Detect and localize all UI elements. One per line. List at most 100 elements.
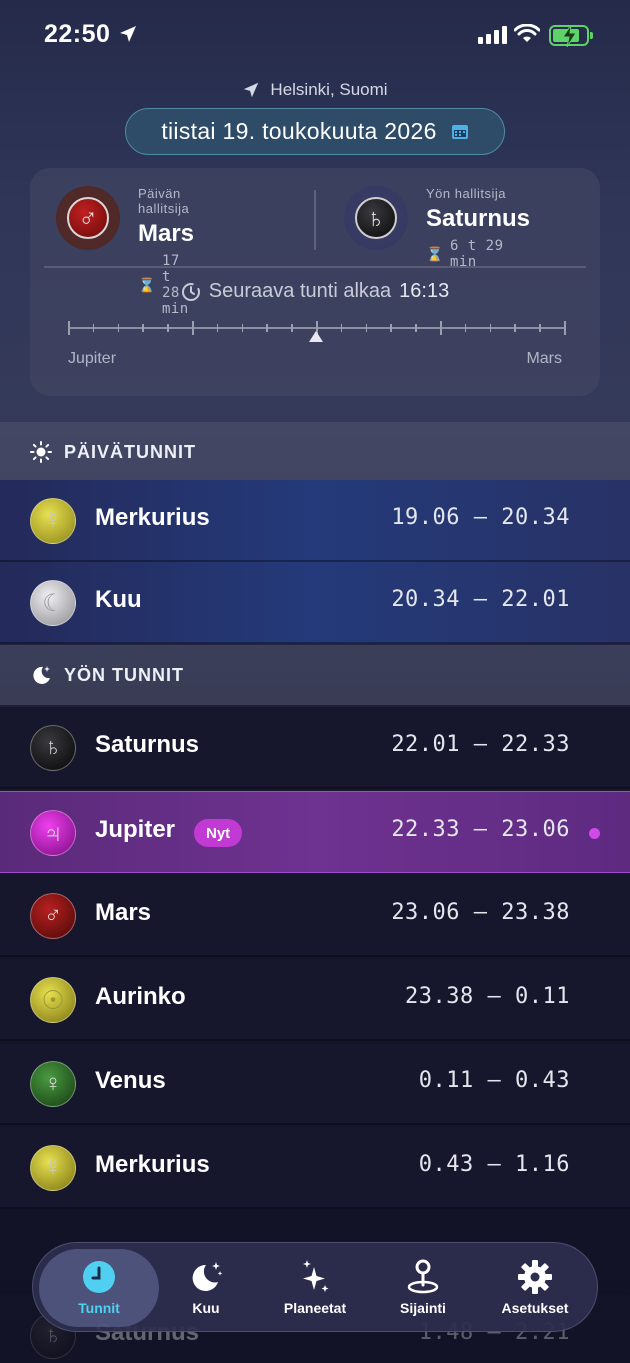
day-ruler-caption: Päivän hallitsija <box>138 186 190 216</box>
hour-time: 23.06 – 23.38 <box>391 900 570 925</box>
hour-planet: Merkurius <box>95 1151 210 1178</box>
status-time: 22:50 <box>44 20 111 48</box>
tab-sijainti[interactable]: Sijainti <box>373 1243 473 1333</box>
timer-icon <box>181 282 200 301</box>
moon-icon: ☾ <box>30 580 76 626</box>
date-label: tiistai 19. toukokuuta 2026 <box>161 118 437 144</box>
night-ruler-caption: Yön hallitsija <box>426 186 506 201</box>
mercury-icon: ☿ <box>30 1145 76 1191</box>
mars-icon: ♂ <box>30 893 76 939</box>
scale-tick <box>415 324 417 332</box>
location-arrow-icon <box>244 82 259 98</box>
scale-tick <box>440 321 442 335</box>
location-arrow-icon <box>120 26 136 42</box>
tab-planeetat[interactable]: Planeetat <box>265 1243 365 1333</box>
hourglass-icon: ⌛ <box>426 245 444 262</box>
hour-planet: Merkurius <box>95 504 210 531</box>
battery-icon <box>549 25 593 47</box>
hour-planet: Aurinko <box>95 983 186 1010</box>
scale-tick <box>167 324 169 332</box>
scale-tick <box>564 321 566 335</box>
wifi-icon <box>514 24 540 42</box>
location-pin-icon <box>407 1259 439 1294</box>
tab-bar: Tunnit Kuu Planeetat Sijainti Asetukset <box>32 1242 598 1332</box>
hour-row-current[interactable]: ♃ Jupiter Nyt 22.33 – 23.06 <box>0 791 630 873</box>
hour-row[interactable]: ♀ Venus 0.11 – 0.43 <box>0 1043 630 1125</box>
hour-planet: Jupiter <box>95 816 176 843</box>
saturn-icon: ♄ <box>30 725 76 771</box>
scale-tick <box>489 324 492 332</box>
hour-planet: Kuu <box>95 586 142 613</box>
hour-progress-scale <box>68 318 566 346</box>
tab-label: Asetukset <box>501 1300 569 1316</box>
scale-tick <box>464 324 467 332</box>
next-hour-label: Seuraava tunti alkaa <box>208 280 392 302</box>
hour-time: 20.34 – 22.01 <box>391 587 570 612</box>
divider <box>44 266 586 268</box>
hour-time: 0.43 – 1.16 <box>418 1152 570 1177</box>
hour-row[interactable]: ☿ Merkurius 19.06 – 20.34 <box>0 480 630 562</box>
hour-row[interactable]: ☉ Aurinko 23.38 – 0.11 <box>0 959 630 1041</box>
location-label: Helsinki, Suomi <box>270 80 388 99</box>
hour-row[interactable]: ♂ Mars 23.06 – 23.38 <box>0 875 630 957</box>
scale-tick <box>266 324 268 332</box>
tab-label: Sijainti <box>400 1300 446 1316</box>
night-hours-header: YÖN TUNNIT <box>0 645 630 705</box>
hour-row[interactable]: ♄ Saturnus 22.01 – 22.33 <box>0 707 630 789</box>
scale-tick <box>340 324 343 332</box>
scale-tick <box>68 321 70 335</box>
scale-tick <box>117 324 120 332</box>
scale-tick <box>142 324 144 332</box>
night-hours-title: YÖN TUNNIT <box>64 664 184 685</box>
scale-tick <box>539 324 541 332</box>
mercury-icon: ☿ <box>30 498 76 544</box>
night-ruler-name: Saturnus <box>426 205 531 232</box>
scale-end-label: Mars <box>526 350 562 367</box>
sun-icon <box>30 441 52 463</box>
saturn-icon: ♄ <box>344 186 408 250</box>
scale-tick <box>216 324 219 332</box>
hour-planet: Mars <box>95 899 152 926</box>
jupiter-icon: ♃ <box>30 810 76 856</box>
rulers-card: ♂ Päivän hallitsija Mars ⌛ 17 t 28 min ♄… <box>30 168 600 396</box>
location-row[interactable]: Helsinki, Suomi <box>0 80 630 100</box>
tab-label: Tunnit <box>78 1300 120 1316</box>
date-picker-button[interactable]: tiistai 19. toukokuuta 2026 <box>125 108 505 155</box>
progress-pointer <box>309 331 323 342</box>
tab-label: Planeetat <box>283 1300 347 1316</box>
sun-icon: ☉ <box>30 977 76 1023</box>
tab-asetukset[interactable]: Asetukset <box>485 1243 585 1333</box>
hour-planet: Saturnus <box>95 731 200 758</box>
moon-stars-icon <box>192 1262 223 1291</box>
scale-tick <box>365 324 368 332</box>
scale-tick <box>241 324 244 332</box>
scale-tick <box>192 321 194 335</box>
hour-time: 0.11 – 0.43 <box>418 1068 570 1093</box>
tab-kuu[interactable]: Kuu <box>161 1243 251 1333</box>
scale-tick <box>92 324 95 332</box>
hour-time: 19.06 – 20.34 <box>391 505 570 530</box>
calendar-icon <box>451 124 468 139</box>
gear-icon <box>518 1260 552 1294</box>
scale-tick <box>514 324 516 332</box>
scale-tick <box>390 324 392 332</box>
day-hours-header: PÄIVÄTUNNIT <box>0 422 630 482</box>
status-bar: 22:50 <box>0 0 630 72</box>
hour-time: 22.33 – 23.06 <box>391 817 570 842</box>
now-badge: Nyt <box>194 819 243 847</box>
hour-row[interactable]: ☾ Kuu 20.34 – 22.01 <box>0 562 630 644</box>
scale-start-label: Jupiter <box>68 350 117 367</box>
tab-tunnit[interactable]: Tunnit <box>39 1249 159 1327</box>
tab-label: Kuu <box>192 1300 220 1316</box>
hour-row[interactable]: ☿ Merkurius 0.43 – 1.16 <box>0 1127 630 1209</box>
clock-icon <box>83 1261 115 1293</box>
hour-time: 22.01 – 22.33 <box>391 732 570 757</box>
hour-planet: Venus <box>95 1067 166 1094</box>
next-hour-time: 16:13 <box>399 280 450 302</box>
moon-stars-icon <box>33 666 50 684</box>
venus-icon: ♀ <box>30 1061 76 1107</box>
day-hours-title: PÄIVÄTUNNIT <box>64 441 196 462</box>
current-indicator-dot <box>589 828 600 839</box>
sparkles-icon <box>303 1260 329 1292</box>
hour-time: 23.38 – 0.11 <box>405 984 570 1009</box>
